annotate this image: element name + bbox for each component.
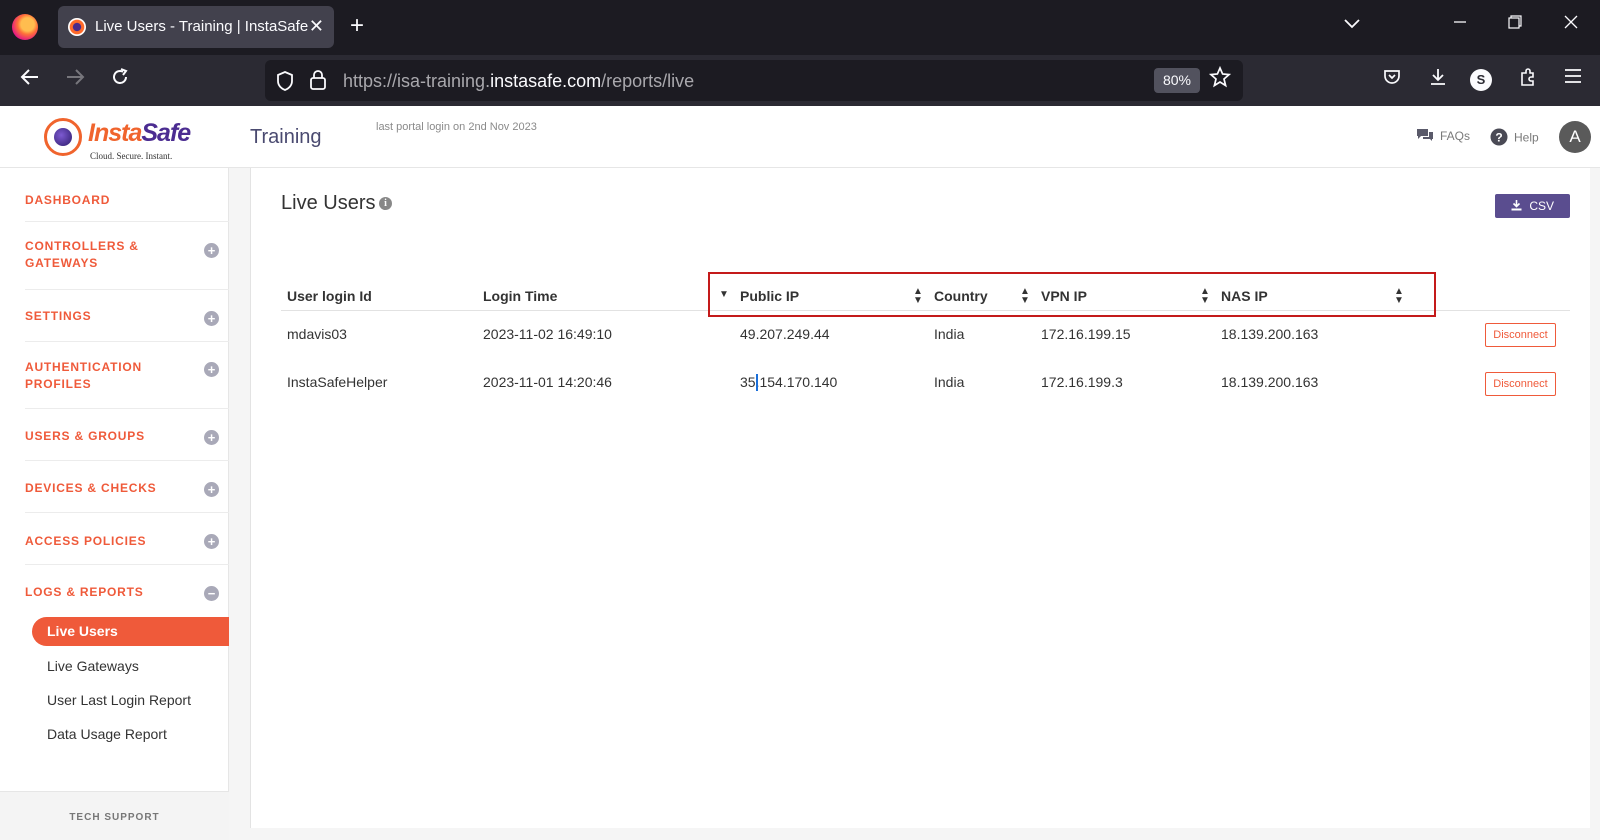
cell-login-time: 2023-11-01 14:20:46 bbox=[483, 374, 612, 390]
collapse-minus-icon[interactable]: − bbox=[204, 586, 219, 601]
column-header-user-login-id[interactable]: User login Id bbox=[287, 288, 372, 304]
tab-close-icon[interactable]: ✕ bbox=[309, 15, 324, 37]
cell-public-ip: 49.207.249.44 bbox=[740, 326, 830, 342]
sidebar-item-controllers-gateways[interactable]: CONTROLLERS & GATEWAYS bbox=[25, 238, 139, 272]
annotation-highlight-box bbox=[708, 272, 1436, 317]
sidebar-divider bbox=[25, 341, 229, 342]
tech-support-button[interactable]: TECH SUPPORT bbox=[0, 791, 229, 840]
downloads-icon[interactable] bbox=[1424, 67, 1452, 93]
sidebar-item-authentication-profiles[interactable]: AUTHENTICATION PROFILES bbox=[25, 359, 142, 393]
new-tab-icon[interactable]: + bbox=[350, 13, 364, 39]
sidebar-divider bbox=[25, 564, 229, 565]
cell-vpn-ip: 172.16.199.3 bbox=[1041, 374, 1123, 390]
close-window-icon[interactable] bbox=[1556, 14, 1586, 34]
expand-plus-icon[interactable]: + bbox=[204, 482, 219, 497]
csv-download-button[interactable]: CSV bbox=[1495, 194, 1570, 218]
tracking-protection-shield-icon[interactable] bbox=[275, 70, 295, 97]
sidebar-subitem-live-gateways[interactable]: Live Gateways bbox=[47, 658, 139, 674]
sidebar-item-devices-checks[interactable]: DEVICES & CHECKS bbox=[25, 480, 157, 497]
logo-tagline: Cloud. Secure. Instant. bbox=[90, 151, 173, 161]
sidebar-divider bbox=[25, 512, 229, 513]
main-content-card bbox=[250, 168, 1590, 828]
pocket-icon[interactable] bbox=[1378, 67, 1406, 93]
page-title: Live Users bbox=[281, 192, 376, 214]
sidebar-divider bbox=[25, 460, 229, 461]
browser-tab-bar: Live Users - Training | InstaSafe ✕ + bbox=[0, 0, 1600, 55]
tab-list-chevron-icon[interactable] bbox=[1337, 14, 1367, 34]
expand-plus-icon[interactable]: + bbox=[204, 311, 219, 326]
faqs-link[interactable]: FAQs bbox=[1416, 128, 1470, 146]
user-avatar[interactable]: A bbox=[1559, 121, 1591, 153]
sidebar-divider bbox=[25, 221, 229, 222]
restore-icon[interactable] bbox=[1500, 14, 1530, 34]
sidebar-item-access-policies[interactable]: ACCESS POLICIES bbox=[25, 533, 146, 550]
browser-nav-bar: https://isa-training.instasafe.com/repor… bbox=[0, 55, 1600, 106]
lock-icon[interactable] bbox=[309, 69, 327, 96]
question-circle-icon: ? bbox=[1490, 128, 1508, 149]
reload-icon[interactable] bbox=[105, 66, 135, 96]
back-arrow-icon[interactable] bbox=[15, 66, 45, 96]
expand-plus-icon[interactable]: + bbox=[204, 430, 219, 445]
cell-country: India bbox=[934, 374, 965, 390]
cell-user-login-id: mdavis03 bbox=[287, 326, 347, 342]
cell-nas-ip: 18.139.200.163 bbox=[1221, 326, 1319, 342]
text-cursor bbox=[756, 374, 758, 391]
cell-country: India bbox=[934, 326, 965, 342]
help-link[interactable]: ? Help bbox=[1490, 128, 1539, 149]
chat-bubbles-icon bbox=[1416, 128, 1434, 146]
sidebar-subitem-user-last-login-report[interactable]: User Last Login Report bbox=[47, 692, 191, 708]
browser-tab-active[interactable]: Live Users - Training | InstaSafe ✕ bbox=[58, 6, 334, 48]
forward-arrow-icon[interactable] bbox=[60, 66, 90, 96]
zoom-level[interactable]: 80% bbox=[1154, 68, 1200, 93]
cell-login-time: 2023-11-02 16:49:10 bbox=[483, 326, 612, 342]
cell-user-login-id: InstaSafeHelper bbox=[287, 374, 388, 390]
sidebar-divider bbox=[25, 289, 229, 290]
column-header-login-time[interactable]: Login Time bbox=[483, 288, 557, 304]
extensions-puzzle-icon[interactable] bbox=[1514, 67, 1542, 93]
disconnect-button[interactable]: Disconnect bbox=[1485, 372, 1556, 396]
sidebar-divider bbox=[25, 408, 229, 409]
cell-nas-ip: 18.139.200.163 bbox=[1221, 374, 1319, 390]
cell-vpn-ip: 172.16.199.15 bbox=[1041, 326, 1131, 342]
address-bar[interactable]: https://isa-training.instasafe.com/repor… bbox=[265, 60, 1243, 101]
sidebar-item-dashboard[interactable]: DASHBOARD bbox=[25, 192, 110, 209]
sidebar-item-users-groups[interactable]: USERS & GROUPS bbox=[25, 428, 145, 445]
svg-text:?: ? bbox=[1495, 131, 1502, 145]
logo-wordmark: InstaSafe bbox=[88, 119, 191, 147]
info-icon[interactable]: i bbox=[379, 197, 392, 210]
instasafe-logo-mark-icon bbox=[44, 118, 82, 156]
portal-name: Training bbox=[250, 126, 322, 148]
expand-plus-icon[interactable]: + bbox=[204, 362, 219, 377]
tab-title: Live Users - Training | InstaSafe bbox=[95, 18, 309, 35]
sidebar-item-logs-reports[interactable]: LOGS & REPORTS bbox=[25, 584, 144, 601]
instasafe-logo[interactable]: InstaSafe Cloud. Secure. Instant. bbox=[44, 115, 194, 163]
sidebar-subitem-data-usage-report[interactable]: Data Usage Report bbox=[47, 726, 167, 742]
sidebar-subitem-live-users[interactable]: Live Users bbox=[32, 617, 229, 646]
account-avatar-icon[interactable]: S bbox=[1470, 69, 1492, 91]
app-header: InstaSafe Cloud. Secure. Instant. Traini… bbox=[0, 106, 1600, 168]
sidebar-item-settings[interactable]: SETTINGS bbox=[25, 308, 91, 325]
bookmark-star-icon[interactable] bbox=[1208, 65, 1232, 94]
download-icon bbox=[1511, 199, 1529, 213]
sidebar-nav: DASHBOARD CONTROLLERS & GATEWAYS + SETTIN… bbox=[0, 168, 229, 840]
hamburger-menu-icon[interactable] bbox=[1559, 67, 1587, 90]
url-text[interactable]: https://isa-training.instasafe.com/repor… bbox=[343, 71, 694, 92]
expand-plus-icon[interactable]: + bbox=[204, 534, 219, 549]
cell-public-ip[interactable]: 35.154.170.140 bbox=[740, 374, 837, 390]
expand-plus-icon[interactable]: + bbox=[204, 243, 219, 258]
firefox-logo-icon[interactable] bbox=[12, 14, 38, 40]
instasafe-favicon-icon bbox=[68, 18, 86, 36]
disconnect-button[interactable]: Disconnect bbox=[1485, 323, 1556, 347]
last-login-text: last portal login on 2nd Nov 2023 bbox=[376, 121, 537, 133]
minimize-icon[interactable] bbox=[1445, 14, 1475, 34]
